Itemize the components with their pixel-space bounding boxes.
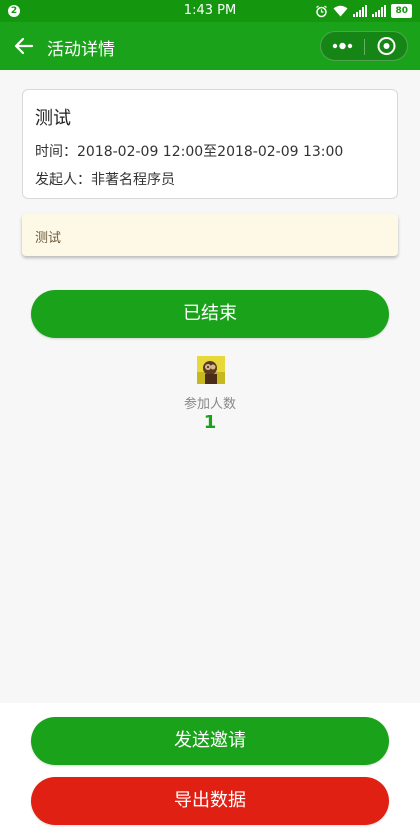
mini-program-capsule	[320, 31, 408, 61]
send-invite-button[interactable]: 发送邀请	[31, 717, 389, 765]
participant-avatar[interactable]	[197, 356, 225, 384]
event-card: 测试 时间：2018-02-09 12:00至2018-02-09 13:00 …	[22, 89, 398, 199]
signal-icon	[372, 5, 387, 17]
record-circle-icon[interactable]	[365, 32, 408, 60]
wifi-icon	[333, 5, 348, 17]
page-title: 活动详情	[47, 40, 115, 60]
event-organizer-value: 非著名程序员	[91, 172, 175, 188]
event-time-row: 时间：2018-02-09 12:00至2018-02-09 13:00	[35, 141, 343, 161]
event-organizer-row: 发起人：非著名程序员	[35, 169, 175, 189]
more-dots-icon[interactable]	[321, 32, 364, 60]
battery-icon: 80	[391, 4, 412, 18]
nav-bar: 活动详情	[0, 22, 420, 70]
signal-icon	[353, 5, 368, 17]
event-title: 测试	[35, 108, 71, 129]
participants-count: 1	[203, 412, 217, 433]
event-time-value: 2018-02-09 12:00至2018-02-09 13:00	[77, 144, 344, 160]
export-data-button[interactable]: 导出数据	[31, 777, 389, 825]
event-note-text: 测试	[35, 231, 62, 246]
event-status-button[interactable]: 已结束	[31, 290, 389, 338]
participants-label: 参加人数	[183, 397, 236, 412]
status-icons: 80	[315, 4, 412, 18]
alarm-icon	[316, 5, 328, 17]
event-organizer-label: 发起人：	[35, 172, 91, 188]
arrow-left-icon[interactable]	[12, 34, 36, 58]
event-time-label: 时间：	[35, 144, 77, 160]
status-bar: 2 1:43 PM 80	[0, 0, 420, 22]
event-note: 测试	[22, 214, 398, 256]
